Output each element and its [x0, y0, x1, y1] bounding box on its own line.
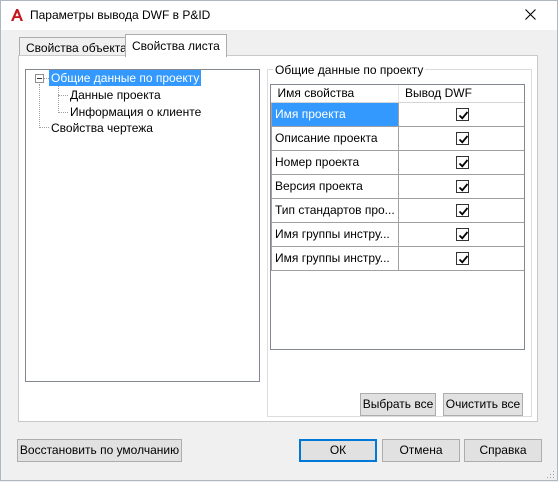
checkmark-icon [458, 135, 468, 144]
table-row[interactable]: Версия проекта [271, 173, 524, 199]
dwf-output-checkbox[interactable] [455, 204, 469, 218]
dwf-output-checkbox[interactable] [455, 108, 469, 122]
close-icon [525, 9, 536, 20]
restore-defaults-button[interactable]: Восстановить по умолчанию [17, 439, 182, 462]
checkmark-icon [458, 207, 468, 216]
help-button[interactable]: Справка [464, 439, 542, 462]
tab-object-properties[interactable]: Свойства объекта [19, 37, 134, 56]
dwf-output-cell [398, 245, 524, 271]
tree-connector-line [58, 95, 68, 96]
title-bar[interactable]: Параметры вывода DWF в P&ID [1, 1, 557, 30]
property-name-cell[interactable]: Версия проекта [271, 173, 399, 199]
dwf-output-cell [398, 149, 524, 175]
dwf-output-checkbox[interactable] [455, 228, 469, 242]
dwf-output-cell [398, 221, 524, 247]
tree-view[interactable]: Общие данные по проекту Данные проекта И… [25, 69, 260, 382]
tree-item-drawing-properties[interactable]: Свойства чертежа [49, 120, 155, 136]
tree-connector-line [58, 112, 68, 113]
dwf-output-checkbox[interactable] [455, 132, 469, 146]
property-name-cell[interactable]: Номер проекта [271, 149, 399, 175]
column-header-property-name[interactable]: Имя свойства [271, 85, 399, 103]
property-name-cell[interactable]: Описание проекта [271, 125, 399, 151]
table-row[interactable]: Имя группы инстру... [271, 245, 524, 271]
dwf-output-cell [398, 125, 524, 151]
dwf-output-cell [398, 101, 524, 127]
tree-connector-line [58, 86, 59, 113]
tree-item-client-info[interactable]: Информация о клиенте [68, 104, 203, 120]
property-name-cell[interactable]: Имя группы инстру... [271, 221, 399, 247]
tree-item-project-data[interactable]: Данные проекта [68, 87, 163, 103]
dwf-output-checkbox[interactable] [455, 180, 469, 194]
autocad-a-icon [9, 7, 25, 23]
dwf-output-cell [398, 197, 524, 223]
table-row[interactable]: Описание проекта [271, 125, 524, 151]
collapse-toggle[interactable] [35, 74, 44, 83]
property-name-cell[interactable]: Имя проекта [271, 101, 399, 127]
tree-connector-line [39, 127, 49, 128]
column-header-dwf-output[interactable]: Вывод DWF [398, 85, 524, 103]
cancel-button[interactable]: Отмена [382, 439, 460, 462]
close-button[interactable] [511, 1, 551, 29]
select-all-button[interactable]: Выбрать все [360, 393, 436, 416]
tab-panel: Общие данные по проекту Данные проекта И… [18, 55, 538, 422]
dwf-output-cell [398, 173, 524, 199]
tree-connector-line [39, 84, 40, 128]
dialog-window: Параметры вывода DWF в P&ID Свойства объ… [0, 0, 558, 481]
resize-grip-icon[interactable] [545, 468, 555, 478]
properties-group: Общие данные по проекту Имя свойства Выв… [267, 63, 532, 417]
checkmark-icon [458, 159, 468, 168]
ok-button[interactable]: ОК [299, 439, 377, 462]
properties-grid[interactable]: Имя свойства Вывод DWF Имя проекта Описан… [270, 84, 525, 350]
window-title: Параметры вывода DWF в P&ID [30, 8, 211, 22]
checkmark-icon [458, 111, 468, 120]
clear-all-button[interactable]: Очистить все [443, 393, 523, 416]
table-row[interactable]: Имя проекта [271, 101, 524, 127]
checkmark-icon [458, 183, 468, 192]
table-row[interactable]: Имя группы инстру... [271, 221, 524, 247]
table-row[interactable]: Тип стандартов про... [271, 197, 524, 223]
checkmark-icon [458, 255, 468, 264]
table-row[interactable]: Номер проекта [271, 149, 524, 175]
property-name-cell[interactable]: Имя группы инстру... [271, 245, 399, 271]
property-name-cell[interactable]: Тип стандартов про... [271, 197, 399, 223]
dwf-output-checkbox[interactable] [455, 252, 469, 266]
checkmark-icon [458, 231, 468, 240]
tree-item-project-general-data[interactable]: Общие данные по проекту [49, 70, 202, 86]
group-title: Общие данные по проекту [273, 63, 426, 77]
dwf-output-checkbox[interactable] [455, 156, 469, 170]
tab-sheet-properties[interactable]: Свойства листа [125, 34, 227, 57]
